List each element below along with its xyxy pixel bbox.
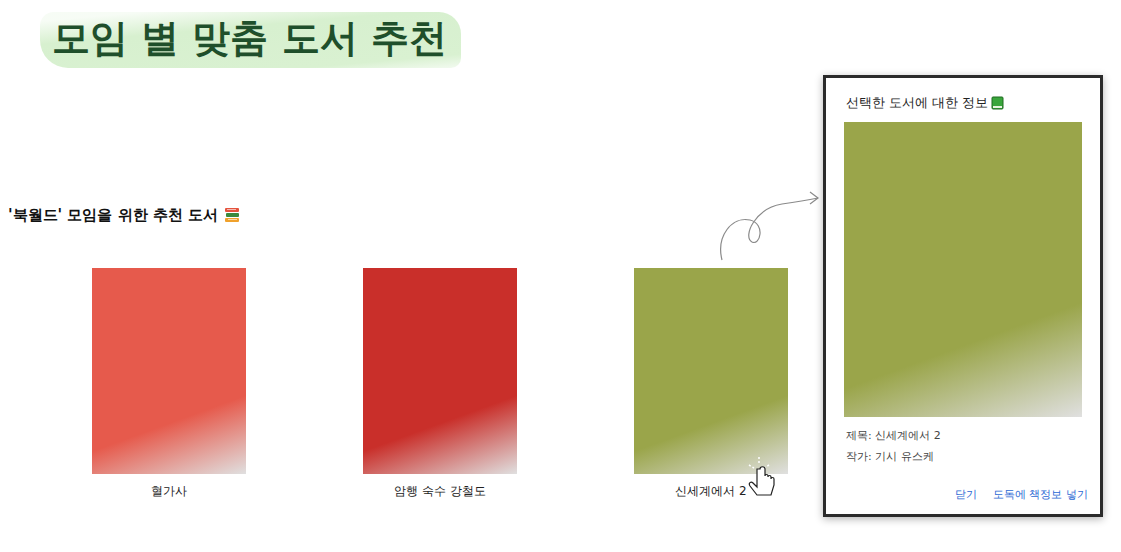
page: 모임 별 맞춤 도서 추천'북월드' 모임을 위한 추천 도서혈가사암행 숙수 … <box>0 0 1121 552</box>
curly-arrow-icon <box>712 186 824 266</box>
dialog-button[interactable]: 닫기 <box>955 485 977 504</box>
book-title: 암행 숙수 강철도 <box>394 483 486 500</box>
books-icon <box>223 206 241 224</box>
hand-cursor-icon <box>745 455 781 501</box>
book-icon <box>991 96 1004 110</box>
page-title: 모임 별 맞춤 도서 추천 <box>40 12 461 68</box>
dialog-actions: 닫기 도독에 책정보 넣기 <box>826 465 1100 504</box>
header: 모임 별 맞춤 도서 추천 <box>0 0 1121 68</box>
book-card[interactable]: 암행 숙수 강철도 <box>363 268 517 500</box>
book-title: 혈가사 <box>151 483 187 500</box>
book-info: 제목: 신세계에서 2 작가: 기시 유스케 <box>826 417 1100 465</box>
dialog-title: 선택한 도서에 대한 정보 <box>826 78 1100 122</box>
info-line: 작가: 기시 유스케 <box>846 450 1080 465</box>
book-card[interactable]: 혈가사 <box>92 268 246 500</box>
book-cover[interactable] <box>363 268 517 474</box>
dialog-button[interactable]: 도독에 책정보 넣기 <box>993 485 1088 504</box>
book-title: 신세계에서 2 <box>675 483 746 500</box>
book-cover[interactable] <box>634 268 788 474</box>
info-line: 제목: 신세계에서 2 <box>846 429 1080 444</box>
dialog-book-cover <box>844 122 1082 417</box>
book-card[interactable]: 신세계에서 2 <box>634 268 788 500</box>
book-info-dialog: 선택한 도서에 대한 정보제목: 신세계에서 2 작가: 기시 유스케닫기 도독에 … <box>823 75 1103 517</box>
book-cover[interactable] <box>92 268 246 474</box>
